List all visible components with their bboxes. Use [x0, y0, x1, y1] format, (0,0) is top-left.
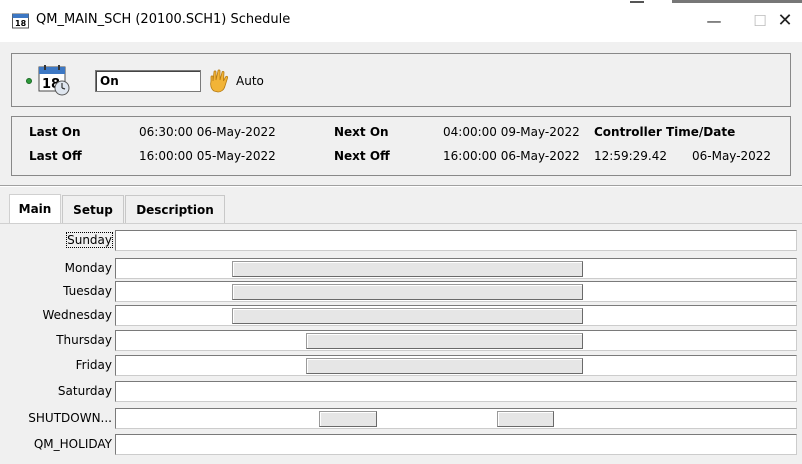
last-on-label: Last On: [29, 125, 81, 139]
schedule-block[interactable]: [232, 284, 583, 300]
mode-label: Auto: [236, 74, 264, 88]
schedule-row-track[interactable]: [115, 281, 797, 302]
schedule-block[interactable]: [497, 411, 554, 427]
row-label-saturday: Saturday: [57, 384, 112, 398]
last-off-label: Last Off: [29, 149, 82, 163]
row-label-wednesday: Wednesday: [42, 308, 112, 322]
status-panel: 18 On Auto: [11, 53, 791, 107]
tab-description[interactable]: Description: [125, 195, 225, 223]
row-label-thursday: Thursday: [56, 333, 112, 347]
title-bar: 18 QM_MAIN_SCH (20100.SCH1) Schedule — ☐…: [0, 0, 802, 42]
schedule-row-track[interactable]: [115, 408, 797, 429]
row-label-monday: Monday: [64, 261, 112, 275]
row-label-sunday: Sunday: [66, 232, 113, 248]
schedule-row-track[interactable]: [115, 230, 797, 251]
schedule-row-track[interactable]: [115, 355, 797, 376]
schedule-row-track[interactable]: [115, 330, 797, 351]
next-off-label: Next Off: [334, 149, 390, 163]
calendar-clock-icon[interactable]: 18: [37, 63, 71, 97]
row-label-qm-holiday: QM_HOLIDAY: [33, 437, 112, 451]
schedule-block[interactable]: [232, 261, 583, 277]
schedule-row-track[interactable]: [115, 381, 797, 402]
tab-setup[interactable]: Setup: [62, 195, 124, 223]
schedule-row-track[interactable]: [115, 305, 797, 326]
schedule-row-track[interactable]: [115, 434, 797, 455]
schedule-block[interactable]: [232, 308, 583, 324]
controller-time: 12:59:29.42: [594, 149, 667, 163]
svg-text:18: 18: [15, 19, 27, 28]
row-label-tuesday: Tuesday: [63, 284, 112, 298]
row-label-friday: Friday: [75, 358, 112, 372]
schedule-block[interactable]: [306, 358, 583, 374]
schedule-block[interactable]: [319, 411, 377, 427]
close-button[interactable]: ✕: [765, 8, 802, 34]
row-label-shutdown: SHUTDOWN...: [28, 411, 112, 425]
status-dot-icon: [26, 78, 32, 84]
present-value-field[interactable]: On: [95, 70, 201, 92]
background-window-edge: [630, 0, 802, 4]
last-off-value: 16:00:00 05-May-2022: [139, 149, 276, 163]
next-on-label: Next On: [334, 125, 389, 139]
schedule-times-panel: Last On 06:30:00 06-May-2022 Last Off 16…: [11, 116, 791, 176]
minimize-button[interactable]: —: [694, 8, 734, 34]
controller-date: 06-May-2022: [692, 149, 772, 163]
controller-time-date-label: Controller Time/Date: [594, 125, 736, 139]
next-off-value: 16:00:00 06-May-2022: [443, 149, 580, 163]
hand-icon[interactable]: [208, 69, 230, 93]
section-divider: [0, 185, 802, 187]
window-title: QM_MAIN_SCH (20100.SCH1) Schedule: [36, 12, 291, 27]
tab-main[interactable]: Main: [9, 194, 61, 224]
last-on-value: 06:30:00 06-May-2022: [139, 125, 276, 139]
schedule-block[interactable]: [306, 333, 583, 349]
main-tab-pane: Sunday Monday Tuesday Wednesday Thursday Frid…: [0, 224, 802, 464]
schedule-row-track[interactable]: [115, 258, 797, 279]
schedule-app-icon: 18: [12, 13, 29, 29]
next-on-value: 04:00:00 09-May-2022: [443, 125, 580, 139]
